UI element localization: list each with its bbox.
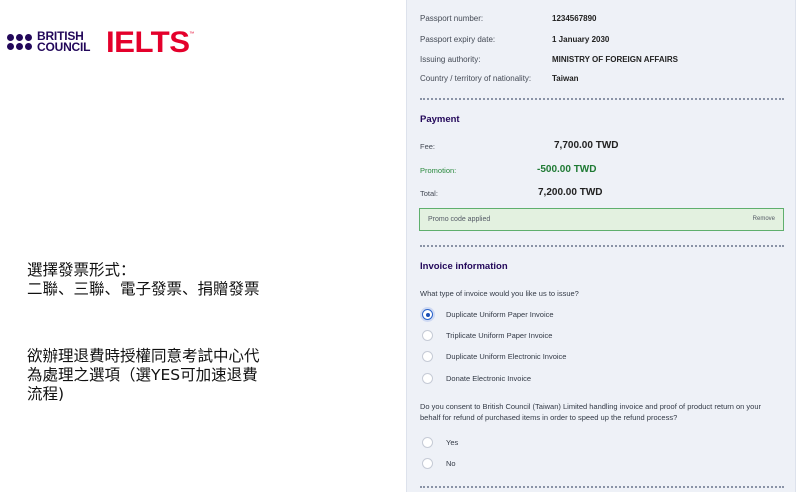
radio-unselected[interactable] [422,373,433,384]
section-divider [420,245,784,247]
british-council-wordmark: BRITISH COUNCIL [37,29,91,54]
promo-applied-text: Promo code applied [428,216,491,223]
radio-unselected[interactable] [422,351,433,362]
fee-label: Fee: [420,142,436,151]
nationality-value: Taiwan [552,74,579,83]
invoice-heading: Invoice information [420,261,508,272]
payment-heading: Payment [420,114,460,125]
issuing-authority-value: MINISTRY OF FOREIGN AFFAIRS [552,55,678,64]
consent-option-yes[interactable]: Yes [422,437,458,448]
fee-amount: 7,700.00 TWD [554,140,619,151]
invoice-option-duplicate-paper[interactable]: Duplicate Uniform Paper Invoice [422,309,554,320]
ielts-logo: IELTS ™ [106,26,195,59]
radio-selected[interactable] [422,309,433,320]
issuing-authority-label: Issuing authority: [420,55,481,64]
total-label: Total: [420,189,438,198]
refund-consent-note: 欲辦理退費時授權同意考試中心代 為處理之選項（選YES可加速退費 流程) [27,347,260,403]
invoice-type-note: 選擇發票形式： 二聯、三聯、電子發票、捐贈發票 [27,261,260,298]
refund-consent-question: Do you consent to British Council (Taiwa… [420,402,762,422]
passport-expiry-value: 1 January 2030 [552,35,610,44]
invoice-option-triplicate-paper[interactable]: Triplicate Uniform Paper Invoice [422,330,552,341]
section-divider [420,98,784,100]
british-council-logo: BRITISH COUNCIL [7,29,91,54]
radio-unselected[interactable] [422,330,433,341]
promotion-amount: -500.00 TWD [537,164,597,175]
promo-code-applied-banner: Promo code applied Remove [419,208,784,231]
radio-unselected[interactable] [422,437,433,448]
invoice-type-question: What type of invoice would you like us t… [420,289,579,298]
passport-expiry-label: Passport expiry date: [420,35,496,44]
passport-number-label: Passport number: [420,14,484,23]
total-amount: 7,200.00 TWD [538,187,603,198]
promotion-label: Promotion: [420,166,457,175]
passport-number-value: 1234567890 [552,14,597,23]
section-divider [420,486,784,488]
invoice-option-donate-electronic[interactable]: Donate Electronic Invoice [422,373,531,384]
remove-promo-link[interactable]: Remove [753,216,775,222]
invoice-option-duplicate-electronic[interactable]: Duplicate Uniform Electronic Invoice [422,351,566,362]
nationality-label: Country / territory of nationality: [420,74,532,83]
consent-option-no[interactable]: No [422,458,456,469]
radio-unselected[interactable] [422,458,433,469]
british-council-dots-icon [7,34,32,50]
